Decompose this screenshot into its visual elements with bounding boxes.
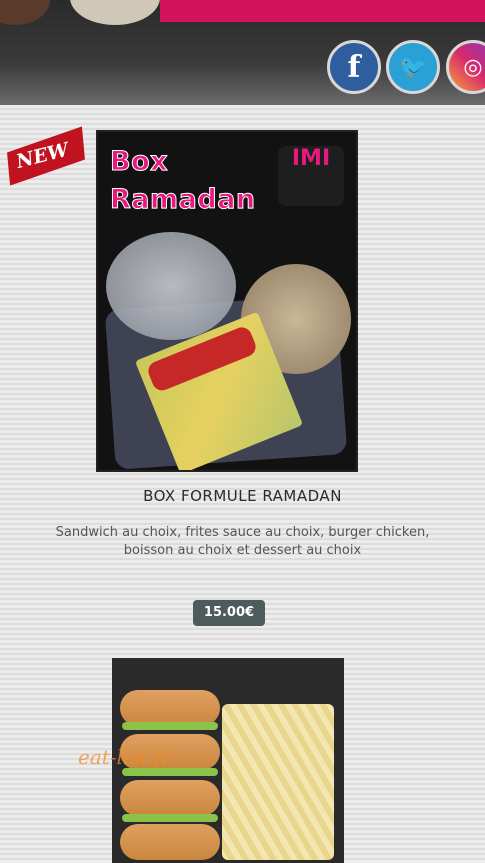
watermark: eat-list.fr — [78, 745, 171, 769]
product-description: Sandwich au choix, frites sauce au choix… — [55, 525, 430, 558]
burger — [120, 690, 220, 726]
fries — [222, 704, 334, 860]
restaurant-logo-text: IMI — [291, 146, 331, 171]
header-food-image — [70, 0, 160, 25]
tea-tray — [106, 232, 236, 340]
header-food-image — [0, 0, 50, 25]
twitter-icon[interactable]: 🐦 — [386, 40, 440, 94]
site-header: f 🐦 ◎ — [0, 0, 485, 105]
instagram-icon[interactable]: ◎ — [446, 40, 485, 94]
product-name: BOX FORMULE RAMADAN — [143, 487, 342, 505]
lettuce — [122, 768, 218, 776]
burger — [120, 824, 220, 860]
price-badge[interactable]: 15.00€ — [193, 600, 265, 626]
product-image-box-ramadan[interactable]: Box Ramadan IMI — [96, 130, 358, 472]
image-title-line-2: Ramadan — [110, 184, 256, 216]
facebook-icon[interactable]: f — [327, 40, 381, 94]
lettuce — [122, 814, 218, 822]
burger — [120, 780, 220, 816]
lettuce — [122, 722, 218, 730]
restaurant-logo: IMI — [278, 146, 344, 206]
header-accent-strip — [160, 0, 485, 22]
image-title-line-1: Box — [109, 146, 169, 178]
